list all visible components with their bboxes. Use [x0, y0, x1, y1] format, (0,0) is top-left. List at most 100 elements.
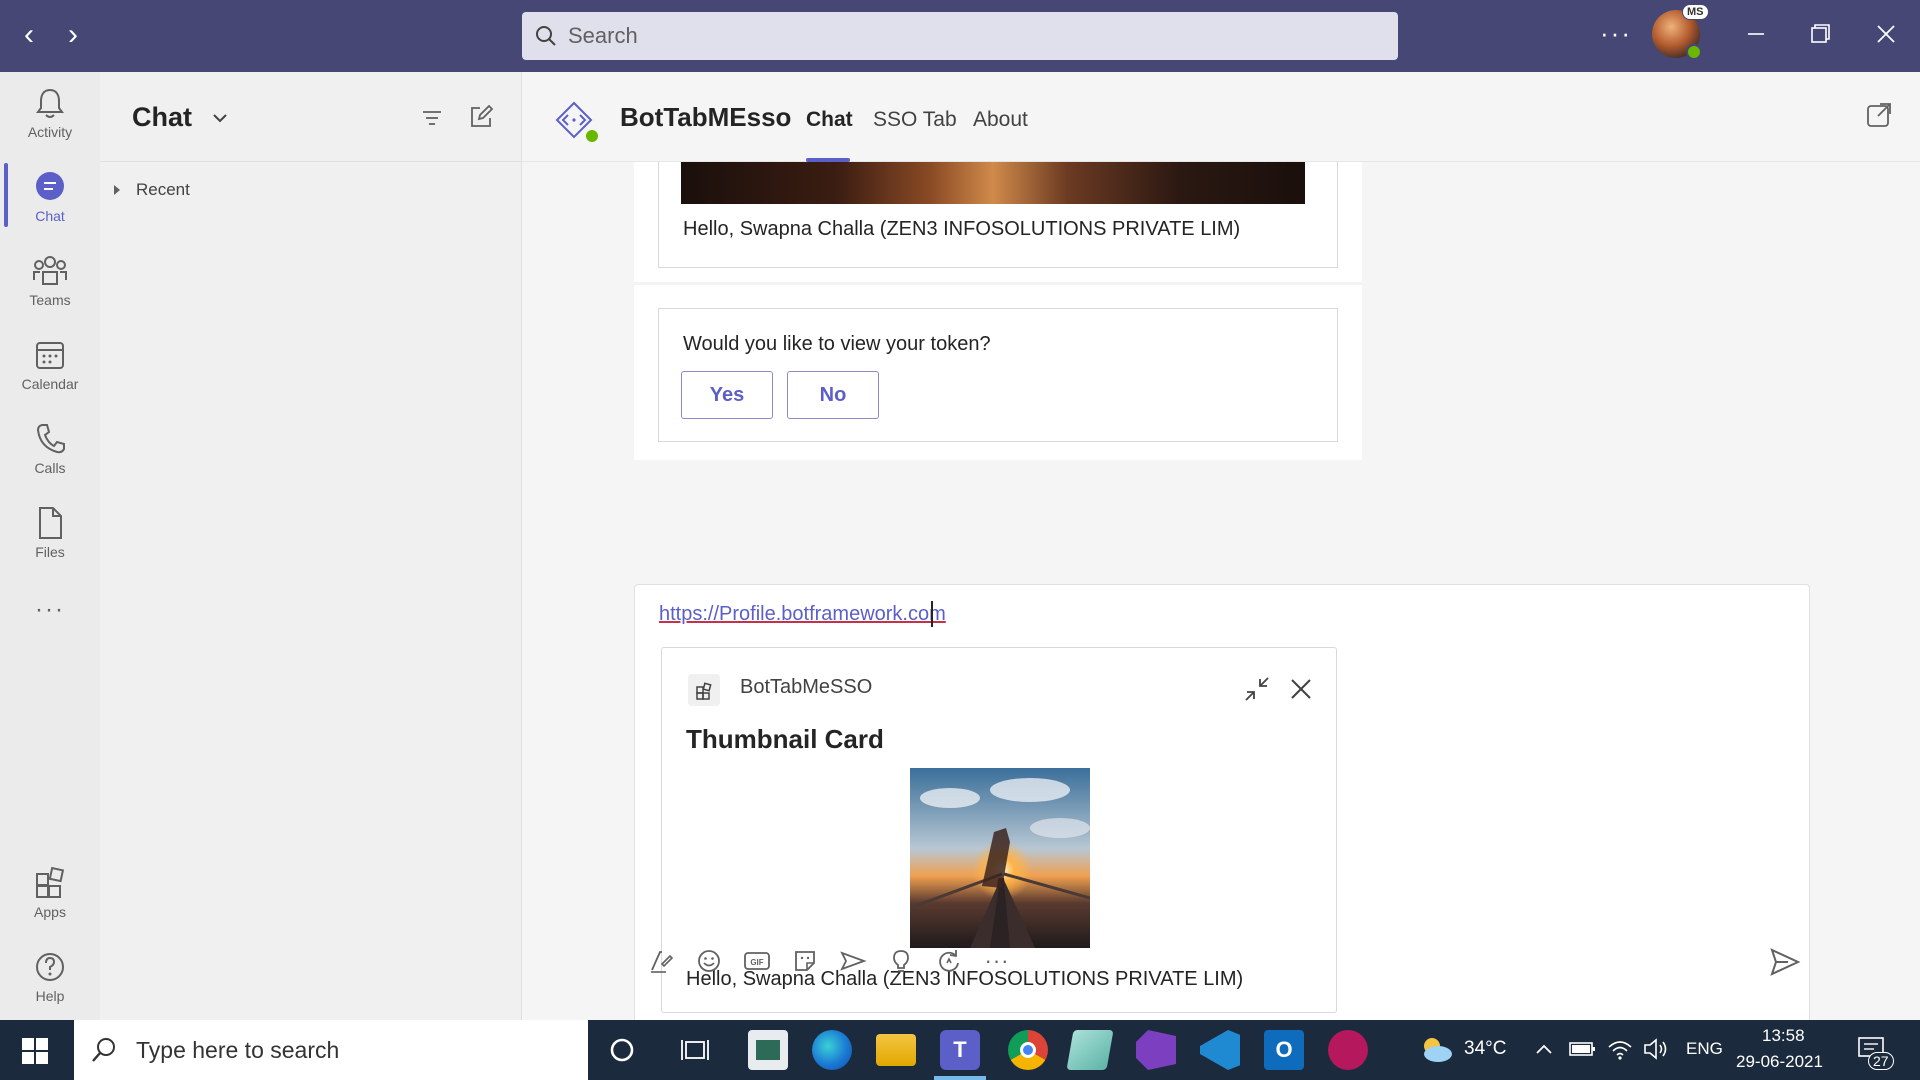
- new-chat-icon[interactable]: [468, 104, 494, 130]
- collapse-icon[interactable]: [1242, 674, 1272, 704]
- file-explorer-icon[interactable]: [876, 1034, 916, 1066]
- apps-icon: [36, 866, 65, 898]
- more-icon: ···: [984, 948, 1010, 973]
- appbar-more-apps[interactable]: ···: [0, 596, 100, 636]
- visual-studio-icon[interactable]: [1136, 1030, 1176, 1070]
- search-icon: [92, 1038, 115, 1062]
- chevron-up-icon[interactable]: [1534, 1040, 1554, 1060]
- more-options-button[interactable]: ···: [980, 944, 1014, 978]
- clock-time[interactable]: 13:58: [1762, 1026, 1805, 1046]
- format-button[interactable]: [644, 944, 678, 978]
- app-icon: [688, 674, 720, 706]
- recent-section-toggle[interactable]: Recent: [112, 180, 190, 200]
- phone-icon: [36, 424, 65, 454]
- appbar-item-files[interactable]: Files: [0, 506, 100, 586]
- praise-icon: [893, 950, 909, 972]
- svg-text:GIF: GIF: [750, 958, 763, 967]
- clock-date[interactable]: 29-06-2021: [1736, 1052, 1823, 1072]
- appbar-item-apps[interactable]: Apps: [0, 866, 100, 946]
- appbar-item-teams[interactable]: Teams: [0, 254, 100, 334]
- active-app-indicator: [934, 1076, 986, 1080]
- task-view-icon[interactable]: [680, 1036, 710, 1064]
- main-panel: BotTabMEsso Chat SSO Tab About Hello, Sw…: [522, 72, 1920, 1027]
- tab-about[interactable]: About: [973, 108, 1028, 132]
- send-icon[interactable]: [1766, 944, 1802, 980]
- appbar-item-help[interactable]: Help: [0, 950, 100, 1030]
- taskbar-search-placeholder: Type here to search: [136, 1036, 340, 1063]
- format-icon: [651, 951, 674, 973]
- appbar-label: Calls: [34, 460, 66, 476]
- loop-icon: [939, 950, 959, 972]
- meet-icon: [840, 951, 867, 971]
- chat-list-pane: Chat Recent: [100, 72, 522, 1020]
- dismiss-preview-icon[interactable]: [1288, 676, 1314, 702]
- appbar-label: Apps: [34, 904, 66, 920]
- tab-chat[interactable]: Chat: [806, 108, 853, 132]
- recent-label: Recent: [136, 180, 190, 199]
- teams-taskbar-icon[interactable]: T: [940, 1030, 980, 1070]
- edge-browser-icon[interactable]: [812, 1030, 852, 1070]
- github-desktop-icon[interactable]: [1328, 1030, 1368, 1070]
- chat-list-title[interactable]: Chat: [132, 102, 192, 133]
- token-question: Would you like to view your token?: [683, 333, 991, 355]
- thumbnail-card: Hello, Swapna Challa (ZEN3 INFOSOLUTIONS…: [658, 162, 1338, 268]
- restore-icon[interactable]: [1800, 14, 1840, 54]
- weather-temperature[interactable]: 34°C: [1464, 1038, 1506, 1060]
- appbar-item-activity[interactable]: Activity: [0, 86, 100, 166]
- appbar-label: Chat: [35, 208, 65, 224]
- minimize-icon[interactable]: [1736, 14, 1776, 54]
- tab-sso-tab[interactable]: SSO Tab: [873, 108, 957, 132]
- outlook-icon[interactable]: O: [1264, 1030, 1304, 1070]
- appbar-label: Teams: [29, 292, 71, 308]
- praise-button[interactable]: [884, 944, 918, 978]
- loop-button[interactable]: [932, 944, 966, 978]
- chat-list-header: Chat: [100, 72, 521, 162]
- windows-start-icon[interactable]: [22, 1038, 48, 1064]
- message-separator: [634, 282, 1362, 285]
- no-button[interactable]: No: [787, 371, 879, 419]
- caret-right-icon: [114, 185, 120, 195]
- teams-icon: [33, 256, 67, 285]
- vscode-icon[interactable]: [1200, 1030, 1240, 1070]
- pop-out-icon[interactable]: [1864, 100, 1894, 130]
- filter-icon[interactable]: [420, 106, 444, 130]
- emoji-icon: [698, 950, 720, 972]
- sticker-button[interactable]: [788, 944, 822, 978]
- appbar-item-calls[interactable]: Calls: [0, 422, 100, 502]
- conversation-header: BotTabMEsso Chat SSO Tab About: [522, 72, 1920, 162]
- search-icon: [536, 26, 556, 46]
- back-arrow-icon[interactable]: ‹: [14, 20, 44, 52]
- weather-cloud-sun-icon[interactable]: [1418, 1034, 1454, 1066]
- windows-taskbar: Type here to search T O 34°C ENG 13:58 2…: [0, 1020, 1920, 1080]
- presence-available-icon: [1686, 44, 1702, 60]
- taskbar-search-input[interactable]: Type here to search: [74, 1020, 588, 1080]
- wifi-icon[interactable]: [1606, 1036, 1634, 1062]
- volume-icon[interactable]: [1642, 1036, 1670, 1062]
- search-placeholder: Search: [568, 23, 638, 48]
- cortana-icon[interactable]: [608, 1036, 636, 1064]
- notepad-icon[interactable]: [1066, 1030, 1114, 1070]
- conversation-title: BotTabMEsso: [620, 102, 792, 132]
- chrome-browser-icon[interactable]: [1008, 1030, 1048, 1070]
- emoji-button[interactable]: [692, 944, 726, 978]
- settings-more-icon[interactable]: ···: [1600, 18, 1632, 49]
- help-icon: [36, 953, 64, 981]
- search-input[interactable]: Search: [522, 12, 1398, 60]
- input-language[interactable]: ENG: [1686, 1039, 1723, 1059]
- appbar-item-calendar[interactable]: Calendar: [0, 338, 100, 418]
- gif-button[interactable]: GIF: [740, 944, 774, 978]
- app-bar: Activity Chat Teams Calendar Calls Files…: [0, 72, 100, 1020]
- more-icon: ···: [35, 596, 65, 623]
- meet-now-button[interactable]: [836, 944, 870, 978]
- battery-icon[interactable]: [1568, 1038, 1596, 1060]
- chevron-down-icon[interactable]: [210, 108, 230, 128]
- appbar-label: Activity: [27, 124, 73, 140]
- appbar-label: Calendar: [21, 376, 79, 392]
- compose-link-text[interactable]: https://Profile.botframework.com: [659, 603, 946, 626]
- forward-arrow-icon[interactable]: ›: [58, 20, 88, 52]
- appbar-item-chat[interactable]: Chat: [0, 170, 100, 250]
- appbar-label: Help: [35, 988, 65, 1004]
- close-icon[interactable]: [1866, 14, 1906, 54]
- snipping-tool-icon[interactable]: [748, 1030, 788, 1070]
- yes-button[interactable]: Yes: [681, 371, 773, 419]
